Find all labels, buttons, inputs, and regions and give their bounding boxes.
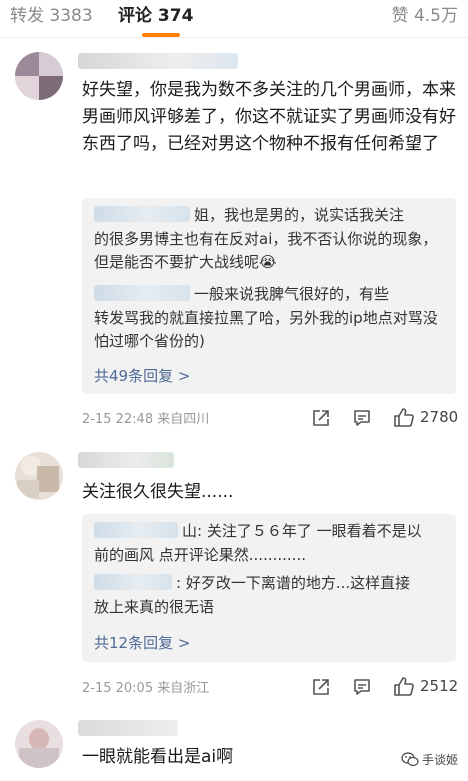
wechat-icon	[401, 752, 419, 767]
comment-icon[interactable]	[352, 677, 372, 697]
thumbs-up-icon[interactable]	[393, 675, 415, 697]
reply-text: 放上来真的很无语	[94, 597, 215, 616]
comment-item: 好失望，你是我为数不多关注的几个男画师，本来男画师风评够差了，你这不就证实了男画…	[0, 38, 468, 433]
username[interactable]	[78, 720, 178, 736]
like-count: 2780	[420, 408, 459, 426]
comment-location: 来自四川	[157, 412, 210, 427]
comment-icon[interactable]	[352, 408, 372, 428]
reply-text: 的很多男博主也有在反对ai，我不否认你说的现象，但是能否不要扩大战线呢😭	[94, 229, 438, 272]
like-count: 2512	[420, 677, 459, 695]
reply-username[interactable]	[94, 574, 172, 590]
reply-text: 山: 关注了５６年了 一眼看着不是以	[182, 522, 422, 540]
reply-username[interactable]	[94, 522, 178, 538]
reply-text: 姐，我也是男的，说实话我关注	[194, 206, 405, 224]
comment-item: 关注很久很失望...... 山: 关注了５６年了 一眼看着不是以前的画风 点开评…	[0, 440, 468, 705]
reply-text: 一般来说我脾气很好的，有些	[194, 285, 390, 303]
view-more-replies-link[interactable]: 共12条回复 >	[94, 632, 190, 653]
comment-time: 2-15 22:48	[82, 412, 154, 427]
username[interactable]	[78, 53, 238, 69]
reply-username[interactable]	[94, 285, 190, 301]
reply-text: : 好歹改一下离谱的地方...这样直接	[176, 574, 411, 592]
comment-meta: 2-15 20:05 来自浙江	[82, 677, 209, 696]
reply-text: 转发骂我的就直接拉黑了哈，另外我的ip地点对骂没怕过哪个省份的)	[94, 308, 438, 351]
reply-username[interactable]	[94, 206, 190, 222]
share-icon[interactable]	[311, 408, 331, 428]
reply-box[interactable]: 姐，我也是男的，说实话我关注的很多男博主也有在反对ai，我不否认你说的现象，但是…	[82, 198, 456, 394]
comment-location: 来自浙江	[157, 681, 210, 696]
avatar[interactable]	[15, 452, 63, 500]
reply-item[interactable]: 山: 关注了５６年了 一眼看着不是以前的画风 点开评论果然...........…	[94, 520, 449, 567]
reply-item[interactable]: 一般来说我脾气很好的，有些转发骂我的就直接拉黑了哈，另外我的ip地点对骂没怕过哪…	[94, 283, 449, 354]
comment-text: 关注很久很失望......	[82, 482, 234, 502]
comment-meta: 2-15 22:48 来自四川	[82, 408, 209, 427]
comment-text: 好失望，你是我为数不多关注的几个男画师，本来男画师风评够差了，你这不就证实了男画…	[82, 80, 456, 154]
reply-box[interactable]: 山: 关注了５６年了 一眼看着不是以前的画风 点开评论果然...........…	[82, 514, 456, 662]
active-tab-indicator	[142, 33, 180, 37]
tab-reposts[interactable]: 转发 3383	[10, 4, 93, 28]
tab-comments[interactable]: 评论 374	[118, 4, 193, 28]
reply-text: 前的画风 点开评论果然............	[94, 545, 306, 564]
thumbs-up-icon[interactable]	[393, 406, 415, 428]
share-icon[interactable]	[311, 677, 331, 697]
view-more-replies-link[interactable]: 共49条回复 >	[94, 365, 190, 386]
reply-item[interactable]: 姐，我也是男的，说实话我关注的很多男博主也有在反对ai，我不否认你说的现象，但是…	[94, 204, 449, 275]
watermark: 手谈姬	[401, 751, 458, 768]
comment-tab-bar: 转发 3383 评论 374 赞 4.5万	[0, 0, 468, 38]
comment-item: 一眼就能看出是ai啊	[0, 710, 468, 781]
reply-item[interactable]: : 好歹改一下离谱的地方...这样直接放上来真的很无语	[94, 572, 449, 619]
comment-time: 2-15 20:05	[82, 681, 154, 696]
avatar[interactable]	[15, 720, 63, 768]
username[interactable]	[78, 452, 174, 468]
watermark-text: 手谈姬	[421, 753, 458, 767]
tab-likes[interactable]: 赞 4.5万	[392, 4, 458, 28]
avatar[interactable]	[15, 52, 63, 100]
